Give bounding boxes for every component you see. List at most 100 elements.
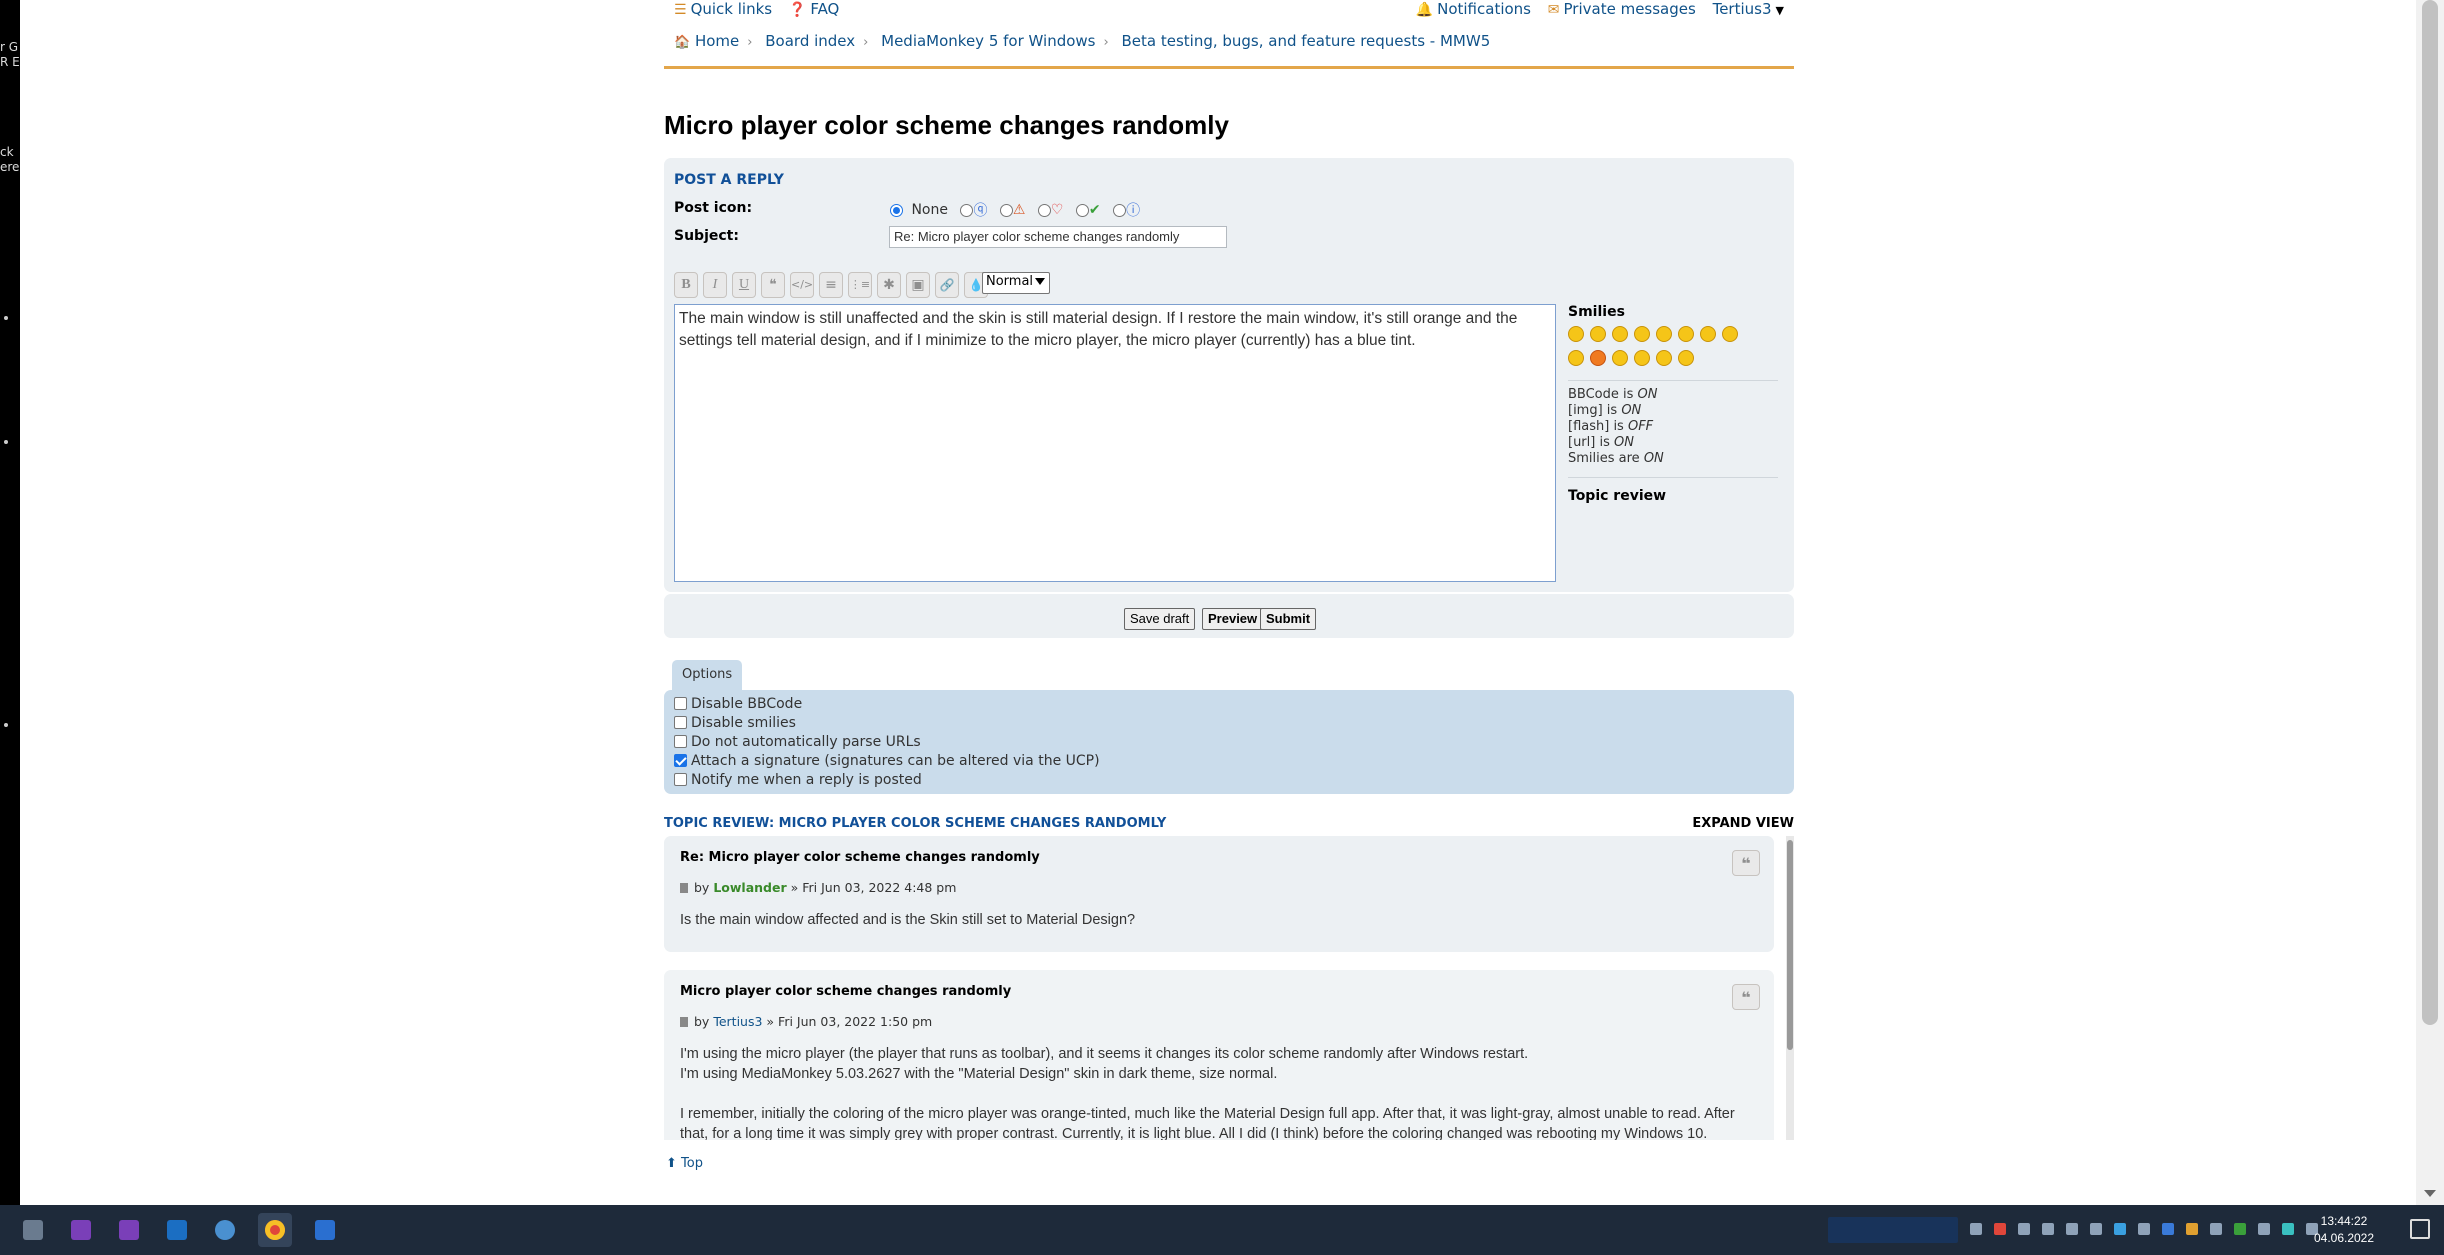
page-title[interactable]: Micro player color scheme changes random… bbox=[664, 110, 1229, 141]
breadcrumb-forum[interactable]: MediaMonkey 5 for Windows bbox=[881, 32, 1095, 50]
tray-icon[interactable] bbox=[2282, 1223, 2294, 1235]
option-label: Disable BBCode bbox=[691, 696, 803, 712]
smiley-icon[interactable] bbox=[1590, 326, 1606, 342]
tray-icon[interactable] bbox=[2258, 1223, 2270, 1235]
smiley-icon[interactable] bbox=[1656, 326, 1672, 342]
option-checkbox[interactable] bbox=[674, 773, 687, 786]
quote-post-button[interactable]: ❝ bbox=[1732, 850, 1760, 876]
taskbar-app[interactable] bbox=[16, 1213, 50, 1247]
notifications-link[interactable]: Notifications bbox=[1437, 0, 1531, 18]
post-title[interactable]: Micro player color scheme changes random… bbox=[680, 984, 1011, 999]
chevron-down-icon bbox=[1035, 278, 1045, 285]
quote-button[interactable]: ❝ bbox=[761, 272, 785, 298]
scrollbar-thumb[interactable] bbox=[1787, 840, 1793, 1050]
option-row[interactable]: Disable BBCode bbox=[674, 696, 802, 712]
option-row[interactable]: Do not automatically parse URLs bbox=[674, 734, 921, 750]
smiley-icon[interactable] bbox=[1678, 326, 1694, 342]
image-button[interactable]: ▣ bbox=[906, 272, 930, 298]
smiley-icon[interactable] bbox=[1700, 326, 1716, 342]
smiley-icon[interactable] bbox=[1722, 326, 1738, 342]
tab-options[interactable]: Options bbox=[672, 660, 743, 690]
post-icon-radio-info[interactable] bbox=[1113, 203, 1127, 217]
link-button[interactable]: 🔗 bbox=[935, 272, 959, 298]
taskbar-onenote[interactable] bbox=[64, 1213, 98, 1247]
smiley-icon[interactable] bbox=[1568, 350, 1584, 366]
topic-review-link[interactable]: Topic review bbox=[1568, 488, 1778, 504]
smiley-icon[interactable] bbox=[1656, 350, 1672, 366]
bbcode-status-state: ON bbox=[1643, 451, 1664, 466]
smiley-icon[interactable] bbox=[1612, 350, 1628, 366]
taskbar-outlook[interactable] bbox=[160, 1213, 194, 1247]
steam-icon[interactable] bbox=[2090, 1223, 2102, 1235]
taskbar-onenote[interactable] bbox=[112, 1213, 146, 1247]
font-size-select[interactable]: Normal bbox=[982, 272, 1050, 294]
smiley-icon[interactable] bbox=[1634, 350, 1650, 366]
code-button[interactable]: </> bbox=[790, 272, 814, 298]
quote-post-button[interactable]: ❝ bbox=[1732, 984, 1760, 1010]
post-icon-radio-heart[interactable] bbox=[1037, 203, 1051, 217]
post-icon-radio-none[interactable] bbox=[890, 203, 903, 217]
quick-links-link[interactable]: Quick links bbox=[691, 0, 773, 18]
smiley-icon[interactable] bbox=[1590, 350, 1606, 366]
breadcrumb-board-index[interactable]: Board index bbox=[765, 32, 855, 50]
bluetooth-icon[interactable] bbox=[2162, 1223, 2174, 1235]
list-button[interactable]: ≡ bbox=[819, 272, 843, 298]
taskbar-clock[interactable]: 13:44:22 04.06.2022 bbox=[2304, 1213, 2384, 1247]
subject-label: Subject: bbox=[674, 228, 739, 244]
tray-icon[interactable] bbox=[2114, 1223, 2126, 1235]
list-item-button[interactable]: ✱ bbox=[877, 272, 901, 298]
notification-center-icon[interactable] bbox=[2410, 1219, 2430, 1239]
tray-icon[interactable] bbox=[2066, 1223, 2078, 1235]
post-author[interactable]: Tertius3 bbox=[713, 1014, 762, 1029]
italic-button[interactable]: I bbox=[703, 272, 727, 298]
faq-link[interactable]: FAQ bbox=[810, 0, 839, 18]
option-row[interactable]: Disable smilies bbox=[674, 715, 796, 731]
review-scrollbar[interactable] bbox=[1786, 836, 1794, 1140]
post-icon-radio-check[interactable] bbox=[1075, 203, 1089, 217]
smiley-icon[interactable] bbox=[1568, 326, 1584, 342]
post-icon-radio-question[interactable] bbox=[960, 203, 974, 217]
tray-icon[interactable] bbox=[2234, 1223, 2246, 1235]
ordered-list-button[interactable]: ⋮≡ bbox=[848, 272, 872, 298]
option-row[interactable]: Attach a signature (signatures can be al… bbox=[674, 753, 1100, 769]
post-author[interactable]: Lowlander bbox=[713, 880, 786, 895]
volume-icon[interactable] bbox=[2018, 1223, 2030, 1235]
option-checkbox[interactable] bbox=[674, 754, 687, 767]
scrollbar-thumb[interactable] bbox=[2422, 0, 2438, 1025]
user-menu[interactable]: Tertius3 bbox=[1713, 0, 1772, 18]
taskbar-app[interactable] bbox=[308, 1213, 342, 1247]
cloud-icon[interactable] bbox=[2210, 1223, 2222, 1235]
chevron-down-icon[interactable]: ▼ bbox=[1776, 4, 1784, 17]
tray-icon[interactable] bbox=[2138, 1223, 2150, 1235]
preview-button[interactable]: Preview bbox=[1202, 608, 1264, 630]
smiley-icon[interactable] bbox=[1678, 350, 1694, 366]
breadcrumb-home[interactable]: Home bbox=[695, 32, 739, 50]
option-row[interactable]: Notify me when a reply is posted bbox=[674, 772, 922, 788]
micro-player-toolbar[interactable] bbox=[1828, 1217, 1958, 1243]
taskbar-chrome[interactable] bbox=[258, 1213, 292, 1247]
subject-input[interactable]: Re: Micro player color scheme changes ra… bbox=[889, 226, 1227, 248]
smiley-icon[interactable] bbox=[1634, 326, 1650, 342]
expand-view-link[interactable]: EXPAND VIEW bbox=[1692, 816, 1794, 831]
back-to-top-link[interactable]: ⬆ Top bbox=[666, 1156, 703, 1171]
option-checkbox[interactable] bbox=[674, 697, 687, 710]
tray-icon[interactable] bbox=[2042, 1223, 2054, 1235]
smiley-icon[interactable] bbox=[1612, 326, 1628, 342]
submit-button[interactable]: Submit bbox=[1260, 608, 1317, 630]
tray-icon[interactable] bbox=[1970, 1223, 1982, 1235]
private-messages-link[interactable]: Private messages bbox=[1564, 0, 1696, 18]
bold-button[interactable]: B bbox=[674, 272, 698, 298]
save-draft-button[interactable]: Save draft bbox=[1124, 608, 1196, 630]
option-checkbox[interactable] bbox=[674, 716, 687, 729]
scroll-down-arrow-icon[interactable] bbox=[2424, 1190, 2436, 1197]
underline-button[interactable]: U bbox=[732, 272, 756, 298]
post-title[interactable]: Re: Micro player color scheme changes ra… bbox=[680, 850, 1040, 865]
page-scrollbar[interactable] bbox=[2416, 0, 2444, 1205]
post-icon-radio-exclaim[interactable] bbox=[999, 203, 1013, 217]
tray-icon[interactable] bbox=[1994, 1223, 2006, 1235]
tray-icon[interactable] bbox=[2186, 1223, 2198, 1235]
taskbar-app[interactable] bbox=[208, 1213, 242, 1247]
breadcrumb-subforum[interactable]: Beta testing, bugs, and feature requests… bbox=[1121, 32, 1490, 50]
message-textarea[interactable]: The main window is still unaffected and … bbox=[674, 304, 1556, 582]
option-checkbox[interactable] bbox=[674, 735, 687, 748]
